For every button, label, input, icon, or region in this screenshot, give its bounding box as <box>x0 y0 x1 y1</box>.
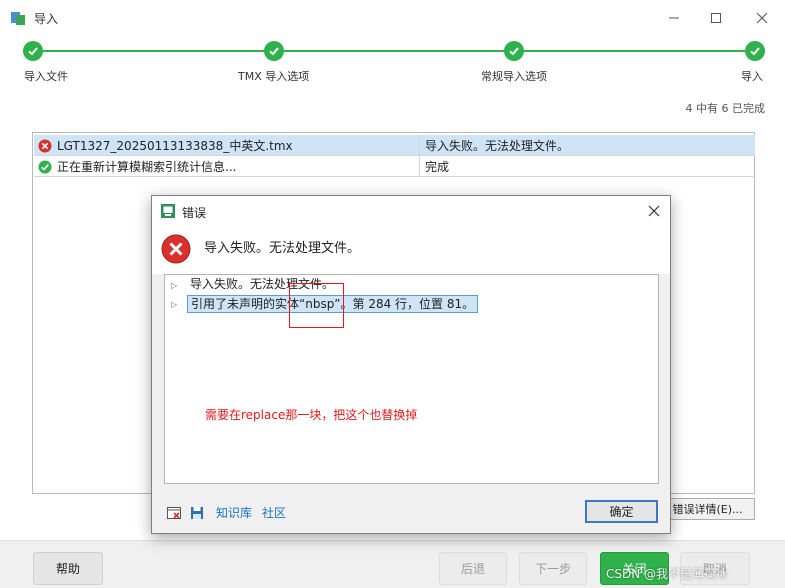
step-connector <box>523 50 745 52</box>
step-check-icon <box>504 41 524 61</box>
task-status-cell: 导入失败。无法处理文件。 <box>422 135 569 156</box>
error-details-button[interactable]: 错误详情(E)... <box>660 498 755 520</box>
step-connector <box>42 50 265 52</box>
dialog-close-icon[interactable] <box>644 201 664 221</box>
step-label-general-options: 常规导入选项 <box>481 70 547 83</box>
annotation-note: 需要在replace那一块，把这个也替换掉 <box>205 408 418 422</box>
ok-button[interactable]: 确定 <box>585 500 658 523</box>
close-icon[interactable] <box>750 6 774 30</box>
window-titlebar: 导入 <box>0 0 785 36</box>
community-link[interactable]: 社区 <box>262 504 286 521</box>
dialog-message: 导入失败。无法处理文件。 <box>204 241 361 256</box>
error-icon <box>38 139 52 152</box>
task-row[interactable]: LGT1327_20250113133838_中英文.tmx 导入失败。无法处理… <box>34 135 755 156</box>
error-detail-tree[interactable]: ▷ 导入失败。无法处理文件。 ▷ 引用了未声明的实体“nbsp”。第 284 行… <box>164 274 659 484</box>
task-row[interactable]: 正在重新计算模糊索引统计信息... 完成 <box>34 156 755 177</box>
step-connector <box>283 50 505 52</box>
error-icon <box>161 234 191 264</box>
task-name-cell: LGT1327_20250113133838_中英文.tmx <box>34 135 420 156</box>
task-status: 导入失败。无法处理文件。 <box>425 139 570 153</box>
expand-arrow-icon[interactable]: ▷ <box>171 281 181 290</box>
back-button[interactable]: 后退 <box>439 552 507 585</box>
copy-details-icon[interactable] <box>166 505 182 521</box>
save-icon[interactable] <box>189 505 205 521</box>
step-label-import: 导入 <box>741 70 763 83</box>
error-dialog: 错误 导入失败。无法处理文件。 ▷ 导入失败。无法处理文件。 ▷ 引用了未声明的… <box>151 195 671 534</box>
dialog-app-icon <box>161 204 175 218</box>
expand-arrow-icon[interactable]: ▷ <box>171 300 181 309</box>
maximize-icon[interactable] <box>704 6 728 30</box>
help-button[interactable]: 帮助 <box>33 552 103 585</box>
dialog-titlebar: 错误 <box>152 196 670 226</box>
task-name: LGT1327_20250113133838_中英文.tmx <box>57 139 293 153</box>
next-button[interactable]: 下一步 <box>519 552 587 585</box>
task-name: 正在重新计算模糊索引统计信息... <box>57 160 237 174</box>
progress-summary: 4 中有 6 已完成 <box>685 102 766 115</box>
step-check-icon <box>745 41 765 61</box>
dialog-title: 错误 <box>182 206 207 220</box>
wizard-steps: 导入文件 TMX 导入选项 常规导入选项 导入 <box>0 38 785 88</box>
knowledge-base-link[interactable]: 知识库 <box>216 504 252 521</box>
step-check-icon <box>264 41 284 61</box>
window-title: 导入 <box>34 12 59 26</box>
task-status: 完成 <box>425 160 450 174</box>
watermark: CSDN @我不是薄荷冰 <box>606 567 729 581</box>
step-label-tmx-options: TMX 导入选项 <box>238 70 310 83</box>
task-name-cell: 正在重新计算模糊索引统计信息... <box>34 156 420 177</box>
minimize-icon[interactable] <box>662 6 686 30</box>
check-icon <box>38 160 52 173</box>
task-status-cell: 完成 <box>422 156 449 177</box>
dialog-header: 导入失败。无法处理文件。 <box>152 226 670 274</box>
step-check-icon <box>23 41 43 61</box>
step-label-import-file: 导入文件 <box>24 70 68 83</box>
app-import-icon <box>11 12 25 25</box>
highlight-annotation-box <box>289 283 344 328</box>
